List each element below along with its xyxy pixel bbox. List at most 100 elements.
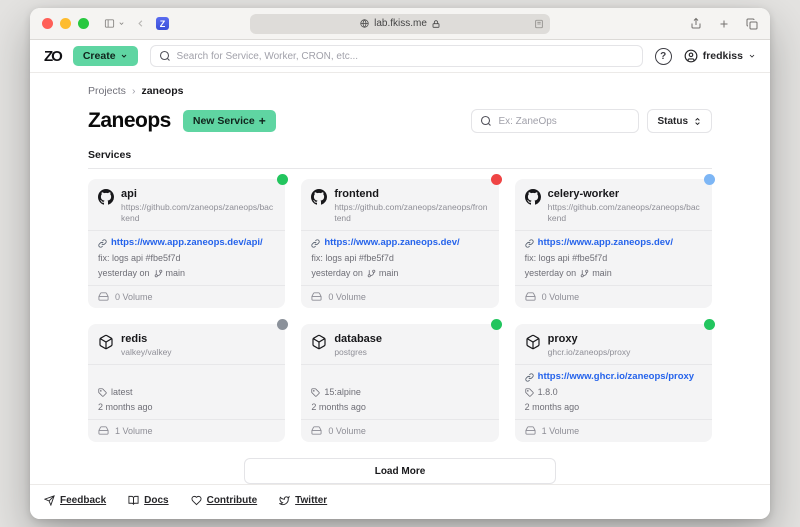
service-commit-message: fix: logs api #fbe5f7d bbox=[98, 252, 181, 264]
status-dot bbox=[491, 174, 502, 185]
sidebar-toggle-icon[interactable] bbox=[103, 18, 125, 29]
reader-icon[interactable] bbox=[534, 19, 544, 29]
service-name: database bbox=[334, 333, 382, 345]
image-tag: 15:alpine bbox=[324, 386, 361, 398]
service-source: https://github.com/zaneops/zaneops/front… bbox=[334, 202, 488, 224]
new-service-button[interactable]: New Service + bbox=[183, 110, 276, 132]
last-updated: yesterday on bbox=[311, 267, 363, 279]
service-name: redis bbox=[121, 333, 172, 345]
service-commit-message: fix: logs api #fbe5f7d bbox=[311, 252, 394, 264]
app-footer: Feedback Docs Contribute Twitter bbox=[30, 484, 770, 519]
load-more-button[interactable]: Load More bbox=[244, 458, 556, 484]
help-button[interactable]: ? bbox=[655, 48, 672, 65]
link-icon bbox=[311, 239, 320, 248]
username: fredkiss bbox=[703, 50, 743, 62]
chevrons-up-down-icon bbox=[693, 117, 702, 126]
footer-link-feedback[interactable]: Feedback bbox=[44, 495, 106, 506]
docker-image-icon bbox=[98, 334, 114, 350]
github-icon bbox=[311, 189, 327, 205]
service-card[interactable]: api https://github.com/zaneops/zaneops/b… bbox=[88, 179, 285, 308]
volume-icon bbox=[98, 291, 109, 302]
status-dot bbox=[704, 174, 715, 185]
share-icon[interactable] bbox=[690, 17, 702, 30]
minimize-window-button[interactable] bbox=[60, 18, 71, 29]
page-title: Zaneops bbox=[88, 109, 171, 133]
zaneops-logo[interactable]: ZO bbox=[44, 48, 61, 65]
service-url-link[interactable]: https://www.app.zaneops.dev/ bbox=[538, 237, 673, 249]
create-button[interactable]: Create bbox=[73, 46, 138, 66]
footer-link-label: Feedback bbox=[60, 495, 106, 506]
heart-icon bbox=[191, 495, 202, 506]
service-card[interactable]: proxy ghcr.io/zaneops/proxy https://www.… bbox=[515, 324, 712, 442]
volume-icon bbox=[311, 425, 322, 436]
service-name: celery-worker bbox=[548, 188, 702, 200]
zoom-window-button[interactable] bbox=[78, 18, 89, 29]
breadcrumb-current[interactable]: zaneops bbox=[141, 85, 183, 97]
address-bar[interactable]: lab.fkiss.me bbox=[250, 14, 550, 34]
status-filter-button[interactable]: Status bbox=[647, 109, 712, 133]
tag-icon bbox=[98, 388, 107, 397]
service-commit-message: fix: logs api #fbe5f7d bbox=[525, 252, 608, 264]
footer-link-contribute[interactable]: Contribute bbox=[191, 495, 258, 506]
volume-count: 1 Volume bbox=[542, 426, 580, 436]
service-card[interactable]: redis valkey/valkey latest 2 months ago bbox=[88, 324, 285, 442]
service-name: api bbox=[121, 188, 275, 200]
service-source: postgres bbox=[334, 347, 382, 358]
volume-count: 0 Volume bbox=[328, 292, 366, 302]
app-favicon[interactable]: Z bbox=[156, 17, 169, 30]
back-icon[interactable] bbox=[135, 18, 146, 29]
services-section-label: Services bbox=[88, 149, 712, 161]
twitter-icon bbox=[279, 495, 290, 506]
breadcrumb: Projects › zaneops bbox=[88, 85, 712, 97]
tab-overview-icon[interactable] bbox=[746, 18, 758, 30]
service-source: https://github.com/zaneops/zaneops/backe… bbox=[121, 202, 275, 224]
service-url-link[interactable]: https://www.ghcr.io/zaneops/proxy bbox=[538, 371, 694, 383]
last-updated: 2 months ago bbox=[98, 401, 153, 413]
service-url-link[interactable]: https://www.app.zaneops.dev/api/ bbox=[111, 237, 263, 249]
volume-count: 1 Volume bbox=[115, 426, 153, 436]
image-tag: latest bbox=[111, 386, 133, 398]
service-card[interactable]: celery-worker https://github.com/zaneops… bbox=[515, 179, 712, 308]
service-source: valkey/valkey bbox=[121, 347, 172, 358]
book-icon bbox=[128, 495, 139, 506]
footer-link-twitter[interactable]: Twitter bbox=[279, 495, 327, 506]
lock-icon bbox=[432, 20, 440, 28]
browser-toolbar: Z lab.fkiss.me bbox=[30, 8, 770, 40]
last-updated: yesterday on bbox=[525, 267, 577, 279]
volume-count: 0 Volume bbox=[115, 292, 153, 302]
volume-icon bbox=[525, 291, 536, 302]
branch-name: main bbox=[379, 267, 399, 279]
breadcrumb-separator: › bbox=[132, 85, 136, 97]
search-icon bbox=[480, 115, 492, 127]
service-filter-input[interactable] bbox=[498, 116, 630, 127]
close-window-button[interactable] bbox=[42, 18, 53, 29]
app-header: ZO Create ? fredkiss bbox=[30, 40, 770, 73]
search-icon bbox=[159, 50, 171, 62]
last-updated: 2 months ago bbox=[525, 401, 580, 413]
docker-image-icon bbox=[525, 334, 541, 350]
service-name: proxy bbox=[548, 333, 631, 345]
git-branch-icon bbox=[154, 269, 163, 278]
url-text: lab.fkiss.me bbox=[374, 18, 427, 29]
globe-icon bbox=[360, 19, 369, 28]
service-name: frontend bbox=[334, 188, 488, 200]
footer-link-label: Twitter bbox=[295, 495, 327, 506]
last-updated: 2 months ago bbox=[311, 401, 366, 413]
volume-icon bbox=[311, 291, 322, 302]
service-card[interactable]: frontend https://github.com/zaneops/zane… bbox=[301, 179, 498, 308]
status-dot bbox=[277, 319, 288, 330]
service-url-link[interactable]: https://www.app.zaneops.dev/ bbox=[324, 237, 459, 249]
services-grid: api https://github.com/zaneops/zaneops/b… bbox=[88, 179, 712, 442]
global-search-input[interactable] bbox=[177, 51, 634, 62]
chevron-down-icon bbox=[120, 52, 128, 60]
breadcrumb-projects[interactable]: Projects bbox=[88, 85, 126, 97]
volume-icon bbox=[98, 425, 109, 436]
footer-link-docs[interactable]: Docs bbox=[128, 495, 168, 506]
service-card[interactable]: database postgres 15:alpine 2 months ago bbox=[301, 324, 498, 442]
new-tab-icon[interactable] bbox=[718, 18, 730, 30]
user-menu[interactable]: fredkiss bbox=[684, 49, 756, 63]
branch-name: main bbox=[166, 267, 186, 279]
docker-image-icon bbox=[311, 334, 327, 350]
chevron-down-icon bbox=[748, 52, 756, 60]
volume-count: 0 Volume bbox=[328, 426, 366, 436]
